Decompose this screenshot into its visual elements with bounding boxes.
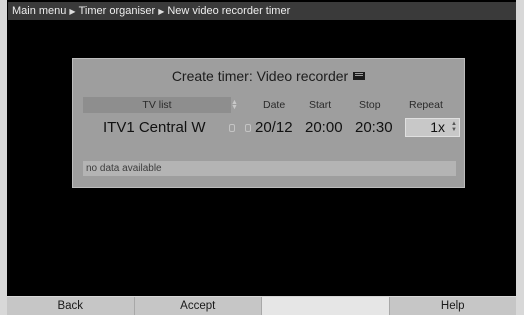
stop-time-field[interactable]: 20:30 xyxy=(355,117,393,139)
breadcrumb-separator-icon: ▶ xyxy=(158,7,165,16)
create-timer-dialog: Create timer: Video recorder TV list ▲ ▼ … xyxy=(72,58,465,188)
column-header-start: Start xyxy=(309,99,332,111)
column-header-stop: Stop xyxy=(359,99,381,111)
accept-button[interactable]: Accept xyxy=(134,297,262,315)
updown-arrows-icon: ▲ ▼ xyxy=(451,121,457,133)
repeat-select[interactable]: 1x ▲ ▼ xyxy=(405,118,460,137)
column-header-row: TV list ▲ ▼ Date Start Stop Repeat xyxy=(83,97,456,113)
lock-icon xyxy=(229,124,235,132)
dialog-title: Create timer: Video recorder xyxy=(73,68,464,84)
video-recorder-icon xyxy=(353,72,366,80)
softkey-bar: Back Accept Help xyxy=(7,297,516,315)
breadcrumb-item-timer-organiser[interactable]: Timer organiser xyxy=(79,5,156,17)
column-header-tv-list[interactable]: TV list xyxy=(83,97,231,113)
dialog-title-text: Create timer: Video recorder xyxy=(171,68,349,84)
epg-info-box: no data available xyxy=(83,161,456,176)
breadcrumb-item-current: New video recorder timer xyxy=(167,5,291,17)
breadcrumb: Main menu ▶ Timer organiser ▶ New video reco… xyxy=(8,2,516,20)
start-time-field[interactable]: 20:00 xyxy=(305,117,343,139)
breadcrumb-item-main-menu[interactable]: Main menu xyxy=(12,5,66,17)
lock-icon xyxy=(245,124,251,132)
column-header-repeat: Repeat xyxy=(409,99,443,111)
sort-updown-icon: ▲ ▼ xyxy=(231,99,238,111)
help-button[interactable]: Help xyxy=(389,297,516,315)
repeat-value: 1x xyxy=(430,119,445,135)
timer-row: ITV1 Central W 20/12 20:00 20:30 1x ▲ ▼ xyxy=(83,117,460,139)
back-button[interactable]: Back xyxy=(7,297,135,315)
date-field[interactable]: 20/12 xyxy=(255,117,293,139)
column-header-date: Date xyxy=(263,99,286,111)
blank-softkey[interactable] xyxy=(262,297,390,315)
channel-field[interactable]: ITV1 Central W xyxy=(103,117,206,139)
breadcrumb-separator-icon: ▶ xyxy=(69,7,76,16)
